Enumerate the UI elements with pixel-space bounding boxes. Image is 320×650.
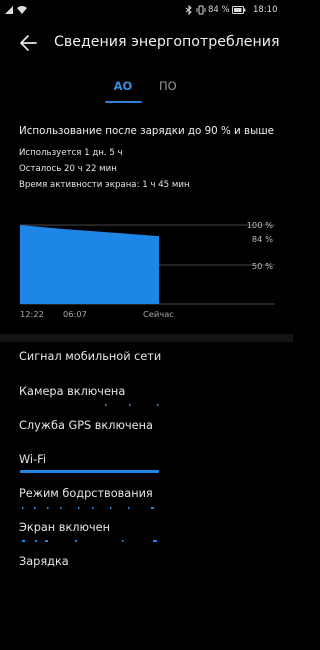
screen-time: Время активности экрана: 1 ч 45 мин [19,180,190,190]
remaining-time: Осталось 20 ч 22 мин [19,164,117,174]
item-wifi[interactable]: Wi-Fi [19,453,46,466]
item-mobile-signal[interactable]: Сигнал мобильной сети [19,350,161,363]
tab-po[interactable]: ПО [159,79,177,93]
x-tick-mid: 06:07 [63,309,87,319]
item-camera[interactable]: Камера включена [19,385,125,398]
arrow-left-icon[interactable] [18,33,40,53]
battery-level-area [20,225,159,304]
y-tick-84: 84 % [251,234,273,244]
item-awake[interactable]: Режим бодрствования [19,487,153,500]
vibrate-icon [196,5,206,15]
status-bar: 84 % 18:10 [0,0,293,20]
wifi-activity-bar [20,470,159,473]
awake-activity-bar [22,507,154,509]
y-tick-100: 100 % [246,220,273,230]
item-screen-on[interactable]: Экран включен [19,521,110,534]
wifi-icon [17,6,27,14]
bluetooth-icon [185,5,192,15]
y-tick-50: 50 % [251,261,273,271]
battery-percent: 84 % [208,5,230,15]
tab-ao[interactable]: АО [112,79,134,93]
page-title: Сведения энергопотребления [54,34,280,50]
tab-underline [105,101,142,103]
sim-icon [5,6,13,14]
battery-icon [232,6,246,14]
x-tick-start: 12:22 [20,309,44,319]
section-divider [0,334,293,342]
clock: 18:10 [253,5,278,15]
camera-activity-bar [105,404,159,406]
item-gps[interactable]: Служба GPS включена [19,419,153,432]
usage-title: Использование после зарядки до 90 % и вы… [19,125,274,137]
item-charging[interactable]: Зарядка [19,555,69,568]
screen-activity-bar [22,540,157,542]
used-time: Используется 1 дн. 5 ч [19,148,123,158]
x-tick-now: Сейчас [143,309,174,319]
